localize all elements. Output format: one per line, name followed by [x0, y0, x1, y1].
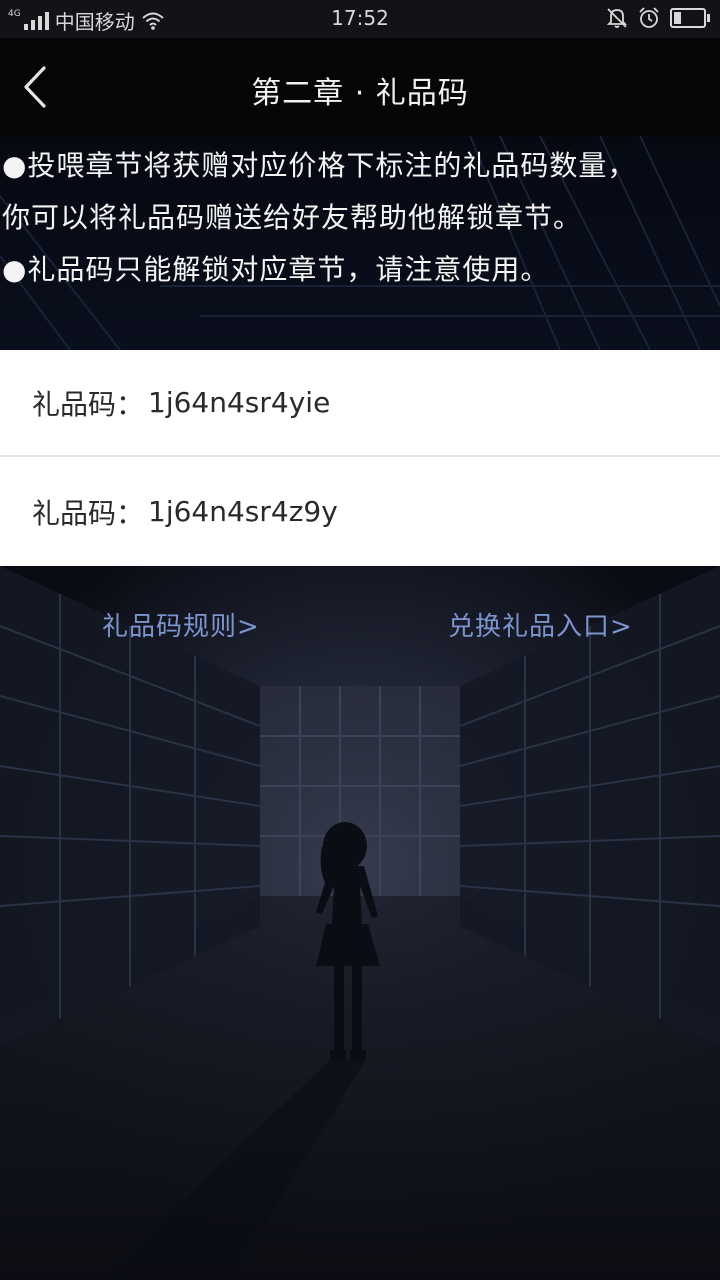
notice-text: ●投喂章节将获赠对应价格下标注的礼品码数量， 你可以将礼品码赠送给好友帮助他解锁…	[2, 140, 712, 296]
gift-code-value[interactable]: 1j64n4sr4yie	[148, 386, 330, 419]
mute-bell-icon	[606, 8, 628, 28]
gift-code-row[interactable]: 礼品码： 1j64n4sr4z9y	[0, 457, 720, 566]
battery-level	[674, 12, 681, 24]
notice-panel: ●投喂章节将获赠对应价格下标注的礼品码数量， 你可以将礼品码赠送给好友帮助他解锁…	[0, 136, 720, 350]
gift-code-label: 礼品码：	[32, 387, 145, 421]
battery-icon	[670, 8, 710, 28]
gift-code-list: 礼品码： 1j64n4sr4yie 礼品码： 1j64n4sr4z9y	[0, 350, 720, 566]
page-title: 第二章 · 礼品码	[251, 76, 469, 111]
nav-bar: 第二章 · 礼品码	[0, 38, 720, 136]
notice-line: ●投喂章节将获赠对应价格下标注的礼品码数量，	[2, 149, 637, 182]
gift-code-rules-link[interactable]: 礼品码规则>	[102, 606, 260, 643]
alarm-icon	[639, 7, 659, 28]
gift-code-row[interactable]: 礼品码： 1j64n4sr4yie	[0, 350, 720, 457]
gift-code-value[interactable]: 1j64n4sr4z9y	[148, 495, 338, 528]
notice-line: 你可以将礼品码赠送给好友帮助他解锁章节。	[2, 201, 583, 234]
screen: 4G 中国移动 17:52 第二章 · 礼品码 ●投喂章节将获赠对应价格下标注的…	[0, 0, 720, 1280]
gift-code-label: 礼品码：	[32, 496, 145, 530]
status-right	[606, 7, 710, 29]
library-scene: 礼品码规则> 兑换礼品入口>	[0, 566, 720, 1280]
redeem-gift-link[interactable]: 兑换礼品入口>	[448, 606, 633, 643]
library-illustration	[0, 566, 720, 1280]
status-bar: 4G 中国移动 17:52	[0, 0, 720, 38]
notice-line: ●礼品码只能解锁对应章节，请注意使用。	[2, 253, 550, 286]
